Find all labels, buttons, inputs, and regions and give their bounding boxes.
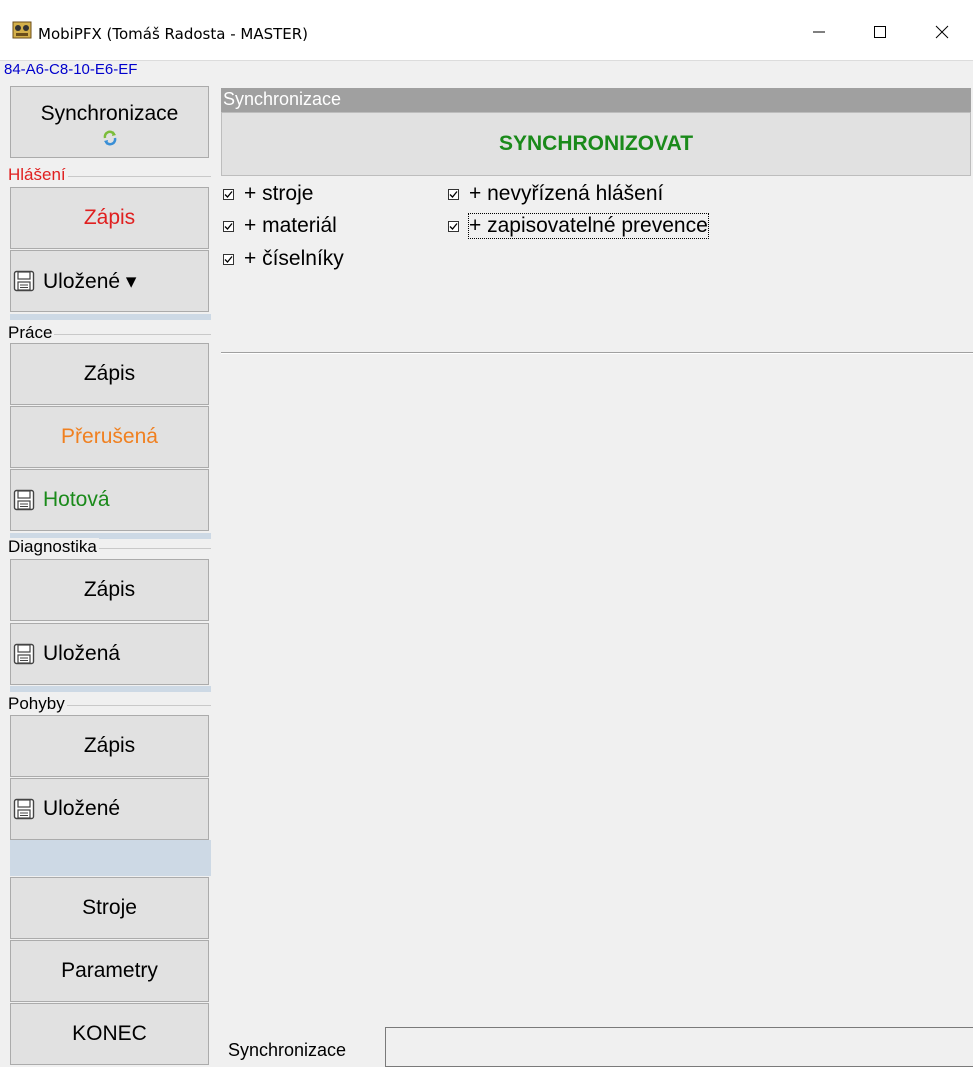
pohyby-ulozene-label: Uložené xyxy=(43,797,121,820)
close-button[interactable] xyxy=(920,12,964,52)
checkbox-label: + stroje xyxy=(244,182,314,205)
app-icon xyxy=(12,21,32,39)
checkbox-label: + nevyřízená hlášení xyxy=(469,182,664,205)
maximize-icon xyxy=(874,26,886,38)
checkmark-icon xyxy=(449,222,458,230)
synchronizace-button-label: Synchronizace xyxy=(40,102,179,125)
checkbox-nevyrizena-hlaseni[interactable]: + nevyřízená hlášení xyxy=(448,182,663,206)
checkmark-icon xyxy=(224,255,233,263)
konec-button[interactable]: KONEC xyxy=(10,1003,209,1065)
mac-address: 84-A6-C8-10-E6-EF xyxy=(4,61,138,78)
checkbox-label: + zapisovatelné prevence xyxy=(468,213,709,239)
prace-prerusena-label: Přerušená xyxy=(61,425,158,448)
window-title: MobiPFX (Tomáš Radosta - MASTER) xyxy=(38,25,309,43)
nav-separator xyxy=(10,314,211,320)
checkbox-box[interactable] xyxy=(448,188,459,200)
checkmark-icon xyxy=(224,190,233,198)
hlaseni-zapis-button[interactable]: Zápis xyxy=(10,187,209,249)
checkbox-stroje[interactable]: + stroje xyxy=(223,182,313,206)
group-label-pohyby: Pohyby xyxy=(8,694,67,713)
prace-hotova-button[interactable]: Hotová xyxy=(10,469,209,531)
pohyby-ulozene-button[interactable]: Uložené xyxy=(10,778,209,840)
checkbox-label: + číselníky xyxy=(244,247,344,270)
nav-separator xyxy=(10,686,211,692)
stroje-label: Stroje xyxy=(82,896,137,919)
diagnostika-zapis-label: Zápis xyxy=(83,578,136,601)
synchronizovat-label: SYNCHRONIZOVAT xyxy=(498,132,694,155)
status-field xyxy=(385,1027,973,1067)
diagnostika-ulozena-button[interactable]: Uložená xyxy=(10,623,209,685)
floppy-disk-icon xyxy=(13,270,35,292)
minimize-icon xyxy=(813,31,825,33)
synchronizace-button[interactable]: Synchronizace xyxy=(10,86,209,158)
diagnostika-ulozena-label: Uložená xyxy=(43,642,121,665)
title-bar: MobiPFX (Tomáš Radosta - MASTER) xyxy=(0,0,973,60)
prace-zapis-label: Zápis xyxy=(83,362,136,385)
pohyby-zapis-button[interactable]: Zápis xyxy=(10,715,209,777)
checkbox-label: + materiál xyxy=(244,214,337,237)
prace-hotova-label: Hotová xyxy=(43,488,110,511)
sync-icon xyxy=(103,130,116,146)
checkbox-box[interactable] xyxy=(223,188,234,200)
hlaseni-zapis-label: Zápis xyxy=(83,206,136,229)
left-navigation: Synchronizace Hlášení Zápis Uložené ▾ Pr… xyxy=(0,78,213,1065)
close-icon xyxy=(935,25,949,39)
parametry-button[interactable]: Parametry xyxy=(10,940,209,1002)
parametry-label: Parametry xyxy=(61,959,158,982)
konec-label: KONEC xyxy=(72,1022,147,1045)
pohyby-zapis-label: Zápis xyxy=(83,734,136,757)
floppy-disk-icon xyxy=(13,798,35,820)
checkbox-ciselniky[interactable]: + číselníky xyxy=(223,247,344,271)
group-label-diagnostika: Diagnostika xyxy=(8,537,99,556)
status-label: Synchronizace xyxy=(228,1040,347,1060)
checkbox-material[interactable]: + materiál xyxy=(223,214,337,238)
group-label-prace: Práce xyxy=(8,323,55,342)
synchronizovat-button[interactable]: SYNCHRONIZOVAT xyxy=(221,112,971,176)
stroje-button[interactable]: Stroje xyxy=(10,877,209,939)
diagnostika-zapis-button[interactable]: Zápis xyxy=(10,559,209,621)
minimize-button[interactable] xyxy=(797,12,841,52)
nav-separator xyxy=(10,840,211,876)
checkbox-box[interactable] xyxy=(223,220,234,232)
checkbox-box[interactable] xyxy=(223,253,234,265)
panel-divider xyxy=(221,352,973,354)
panel-header: Synchronizace xyxy=(221,88,971,112)
hlaseni-ulozene-label: Uložené ▾ xyxy=(43,269,137,293)
prace-prerusena-button[interactable]: Přerušená xyxy=(10,406,209,468)
checkbox-box[interactable] xyxy=(448,220,459,232)
floppy-disk-icon xyxy=(13,643,35,665)
floppy-disk-icon xyxy=(13,489,35,511)
group-label-hlaseni: Hlášení xyxy=(8,165,68,184)
checkmark-icon xyxy=(449,190,458,198)
checkmark-icon xyxy=(224,222,233,230)
device-id-bar: 84-A6-C8-10-E6-EF xyxy=(0,60,973,79)
checkbox-zapisovatelne-prevence[interactable]: + zapisovatelné prevence xyxy=(448,213,709,239)
prace-zapis-button[interactable]: Zápis xyxy=(10,343,209,405)
hlaseni-ulozene-button[interactable]: Uložené ▾ xyxy=(10,250,209,312)
maximize-button[interactable] xyxy=(858,12,902,52)
